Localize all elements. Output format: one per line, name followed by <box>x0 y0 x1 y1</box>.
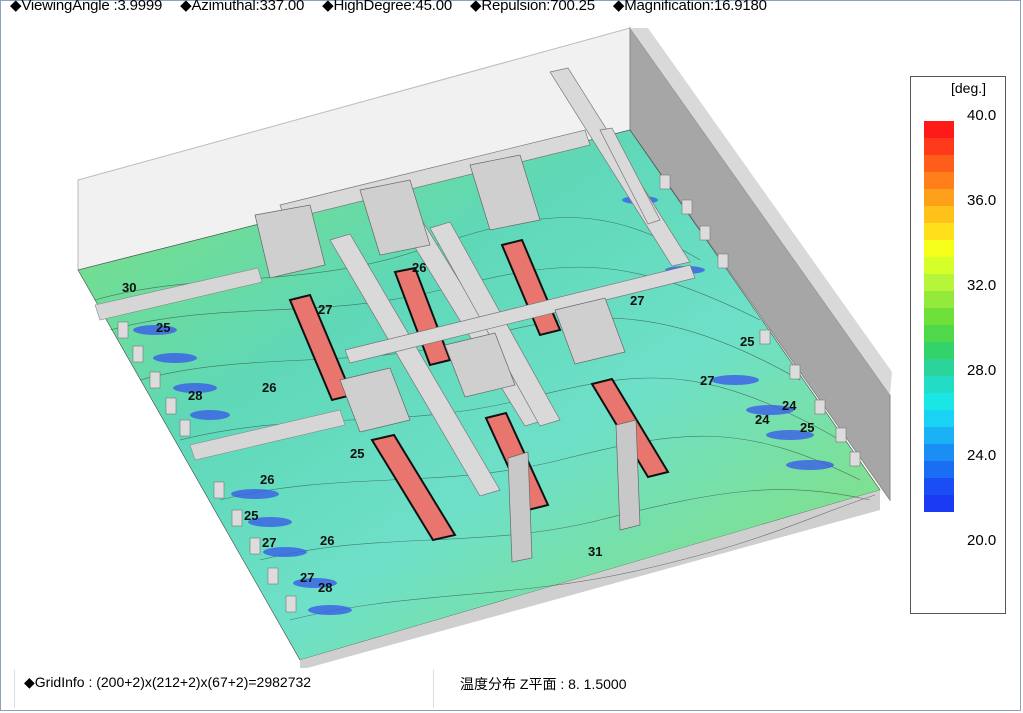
repulsion-readout: ◆Repulsion:700.25 <box>470 0 595 14</box>
azimuthal-readout: ◆Azimuthal:337.00 <box>180 0 305 14</box>
legend-swatch <box>924 308 954 325</box>
legend-label-24: 24.0 <box>967 447 997 464</box>
view-parameters-bar: ◆ViewingAngle :3.9999 ◆Azimuthal:337.00 … <box>10 0 781 14</box>
contour-label: 28 <box>188 388 202 403</box>
grid-info: ◆GridInfo : (200+2)x(212+2)x(67+2)=29827… <box>24 674 312 690</box>
legend-unit: [deg.] <box>951 80 987 96</box>
contour-label: 28 <box>318 580 332 595</box>
legend-swatch <box>924 495 954 512</box>
contour-label: 26 <box>262 380 276 395</box>
temperature-legend: [deg.] 40.0 36.0 32.0 28.0 24.0 20.0 <box>910 76 1006 614</box>
legend-swatch <box>924 478 954 495</box>
contour-label: 27 <box>262 535 276 550</box>
contour-label: 27 <box>630 293 644 308</box>
legend-label-40: 40.0 <box>967 107 997 124</box>
legend-swatch <box>924 274 954 291</box>
contour-label: 26 <box>412 260 426 275</box>
legend-swatch <box>924 410 954 427</box>
high-degree-readout: ◆HighDegree:45.00 <box>322 0 453 14</box>
legend-swatch <box>924 172 954 189</box>
legend-swatch <box>924 138 954 155</box>
legend-label-28: 28.0 <box>967 362 997 379</box>
3d-temperature-view[interactable]: 30 26 27 28 25 25 24 26 27 31 25 27 27 2… <box>0 18 895 668</box>
contour-label: 31 <box>588 544 602 559</box>
magnification-readout: ◆Magnification:16.9180 <box>612 0 767 14</box>
legend-swatch <box>924 206 954 223</box>
legend-swatch <box>924 325 954 342</box>
contour-label: 27 <box>700 373 714 388</box>
contour-label: 25 <box>800 420 814 435</box>
contour-label: 27 <box>300 570 314 585</box>
legend-swatch <box>924 121 954 138</box>
contour-label: 24 <box>755 412 770 427</box>
legend-swatch <box>924 291 954 308</box>
contour-label: 26 <box>320 533 334 548</box>
legend-color-bar <box>924 121 954 512</box>
legend-swatch <box>924 189 954 206</box>
contour-label: 27 <box>318 302 332 317</box>
legend-swatch <box>924 461 954 478</box>
legend-swatch <box>924 393 954 410</box>
legend-swatch <box>924 444 954 461</box>
legend-swatch <box>924 223 954 240</box>
contour-label: 25 <box>244 508 258 523</box>
legend-swatch <box>924 342 954 359</box>
legend-swatch <box>924 359 954 376</box>
legend-swatch <box>924 257 954 274</box>
legend-swatch <box>924 155 954 172</box>
legend-label-32: 32.0 <box>967 277 997 294</box>
legend-label-20: 20.0 <box>967 532 997 549</box>
legend-swatch <box>924 376 954 393</box>
contour-label: 25 <box>156 320 170 335</box>
contour-label: 25 <box>350 446 364 461</box>
contour-label: 24 <box>782 398 797 413</box>
legend-swatch <box>924 240 954 257</box>
legend-label-36: 36.0 <box>967 192 997 209</box>
contour-label: 26 <box>260 472 274 487</box>
viewing-angle-readout: ◆ViewingAngle :3.9999 <box>10 0 163 14</box>
contour-label: 25 <box>740 334 754 349</box>
contour-label: 30 <box>122 280 136 295</box>
plane-info: 温度分布 Z平面 : 8. 1.5000 <box>460 676 627 692</box>
legend-swatch <box>924 427 954 444</box>
